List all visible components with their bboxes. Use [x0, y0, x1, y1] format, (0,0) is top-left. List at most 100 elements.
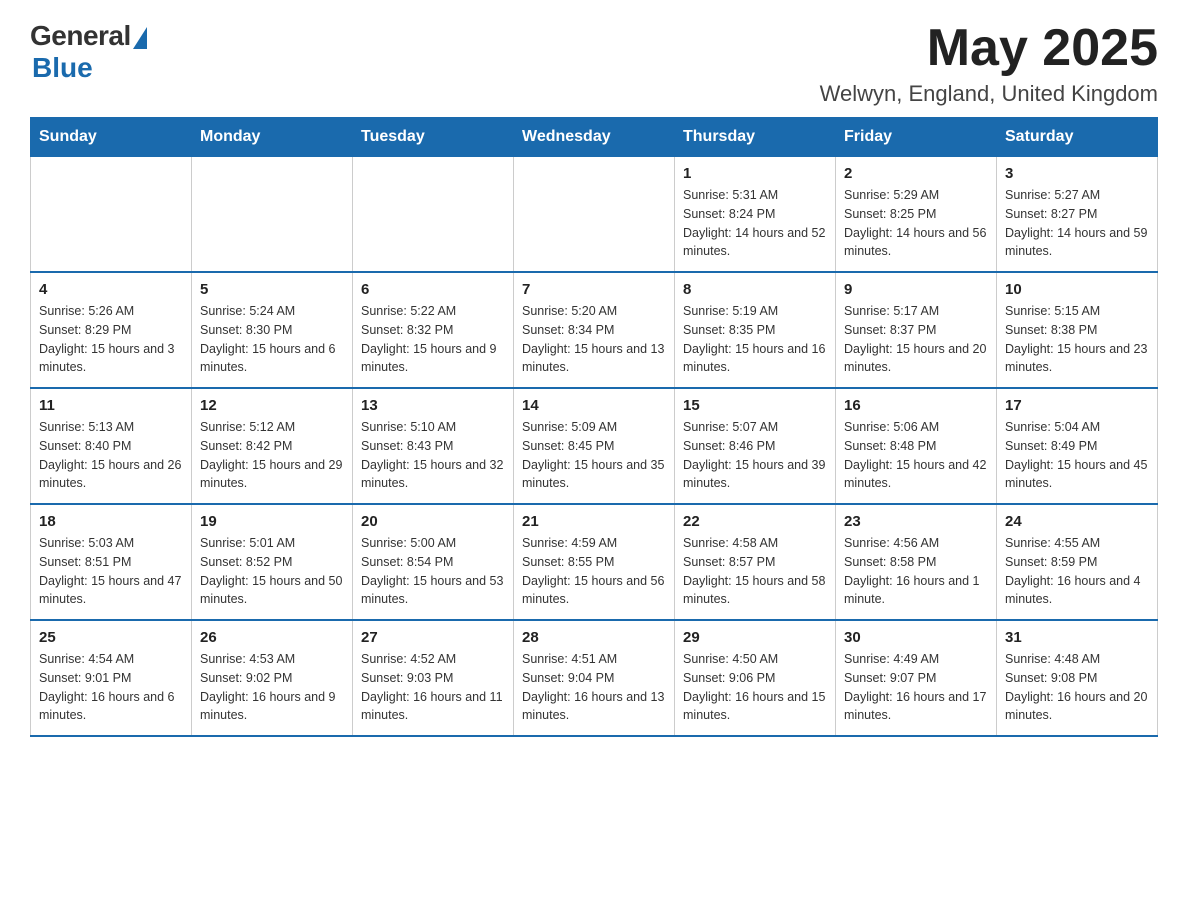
day-number: 21: [522, 513, 666, 530]
day-info: Sunrise: 4:55 AMSunset: 8:59 PMDaylight:…: [1005, 534, 1149, 609]
calendar-day-cell: [31, 157, 192, 273]
calendar-day-cell: 23Sunrise: 4:56 AMSunset: 8:58 PMDayligh…: [836, 504, 997, 620]
day-number: 27: [361, 629, 505, 646]
calendar-day-cell: 27 Sunrise: 4:52 AMSunset: 9:03 PMDayligh…: [353, 620, 514, 736]
calendar-day-cell: 8 Sunrise: 5:19 AMSunset: 8:35 PMDaylight…: [675, 272, 836, 388]
calendar-title: May 2025: [820, 20, 1158, 77]
calendar-day-cell: 22Sunrise: 4:58 AMSunset: 8:57 PMDayligh…: [675, 504, 836, 620]
day-number: 26: [200, 629, 344, 646]
day-info: Sunrise: 5:10 AMSunset: 8:43 PMDaylight:…: [361, 418, 505, 493]
day-info: Sunrise: 5:09 AMSunset: 8:45 PMDaylight:…: [522, 418, 666, 493]
day-number: 14: [522, 397, 666, 414]
day-info: Sunrise: 5:03 AMSunset: 8:51 PMDaylight:…: [39, 534, 183, 609]
day-number: 11: [39, 397, 183, 414]
calendar-header-row: SundayMondayTuesdayWednesdayThursdayFrid…: [31, 118, 1158, 157]
day-of-week-header: Monday: [192, 118, 353, 157]
calendar-day-cell: 12Sunrise: 5:12 AMSunset: 8:42 PMDayligh…: [192, 388, 353, 504]
calendar-day-cell: 26 Sunrise: 4:53 AMSunset: 9:02 PMDayligh…: [192, 620, 353, 736]
day-info: Sunrise: 5:00 AMSunset: 8:54 PMDaylight:…: [361, 534, 505, 609]
day-number: 25: [39, 629, 183, 646]
day-info: Sunrise: 5:13 AMSunset: 8:40 PMDaylight:…: [39, 418, 183, 493]
day-number: 7: [522, 281, 666, 298]
day-info: Sunrise: 4:59 AMSunset: 8:55 PMDaylight:…: [522, 534, 666, 609]
calendar-day-cell: 28 Sunrise: 4:51 AMSunset: 9:04 PMDayligh…: [514, 620, 675, 736]
day-info: Sunrise: 5:19 AMSunset: 8:35 PMDaylight:…: [683, 302, 827, 377]
day-number: 13: [361, 397, 505, 414]
calendar-day-cell: 16 Sunrise: 5:06 AMSunset: 8:48 PMDayligh…: [836, 388, 997, 504]
day-number: 8: [683, 281, 827, 298]
calendar-table: SundayMondayTuesdayWednesdayThursdayFrid…: [30, 117, 1158, 737]
calendar-day-cell: 3 Sunrise: 5:27 AMSunset: 8:27 PMDaylight…: [997, 157, 1158, 273]
calendar-day-cell: 14 Sunrise: 5:09 AMSunset: 8:45 PMDayligh…: [514, 388, 675, 504]
calendar-week-row: 1 Sunrise: 5:31 AMSunset: 8:24 PMDaylight…: [31, 157, 1158, 273]
day-info: Sunrise: 5:15 AMSunset: 8:38 PMDaylight:…: [1005, 302, 1149, 377]
day-number: 5: [200, 281, 344, 298]
day-of-week-header: Saturday: [997, 118, 1158, 157]
day-info: Sunrise: 4:52 AMSunset: 9:03 PMDaylight:…: [361, 650, 505, 725]
logo: General Blue: [30, 20, 147, 84]
day-info: Sunrise: 5:06 AMSunset: 8:48 PMDaylight:…: [844, 418, 988, 493]
day-info: Sunrise: 4:56 AMSunset: 8:58 PMDaylight:…: [844, 534, 988, 609]
day-number: 31: [1005, 629, 1149, 646]
calendar-subtitle: Welwyn, England, United Kingdom: [820, 81, 1158, 107]
day-info: Sunrise: 5:31 AMSunset: 8:24 PMDaylight:…: [683, 186, 827, 261]
calendar-day-cell: 9 Sunrise: 5:17 AMSunset: 8:37 PMDaylight…: [836, 272, 997, 388]
calendar-day-cell: 18 Sunrise: 5:03 AMSunset: 8:51 PMDayligh…: [31, 504, 192, 620]
day-of-week-header: Friday: [836, 118, 997, 157]
calendar-day-cell: [192, 157, 353, 273]
calendar-day-cell: 7 Sunrise: 5:20 AMSunset: 8:34 PMDaylight…: [514, 272, 675, 388]
day-number: 29: [683, 629, 827, 646]
calendar-day-cell: 25 Sunrise: 4:54 AMSunset: 9:01 PMDayligh…: [31, 620, 192, 736]
day-info: Sunrise: 5:17 AMSunset: 8:37 PMDaylight:…: [844, 302, 988, 377]
day-of-week-header: Tuesday: [353, 118, 514, 157]
day-info: Sunrise: 5:29 AMSunset: 8:25 PMDaylight:…: [844, 186, 988, 261]
calendar-week-row: 4 Sunrise: 5:26 AMSunset: 8:29 PMDaylight…: [31, 272, 1158, 388]
calendar-day-cell: 21 Sunrise: 4:59 AMSunset: 8:55 PMDayligh…: [514, 504, 675, 620]
day-info: Sunrise: 4:53 AMSunset: 9:02 PMDaylight:…: [200, 650, 344, 725]
calendar-week-row: 11 Sunrise: 5:13 AMSunset: 8:40 PMDayligh…: [31, 388, 1158, 504]
calendar-day-cell: 20 Sunrise: 5:00 AMSunset: 8:54 PMDayligh…: [353, 504, 514, 620]
day-of-week-header: Sunday: [31, 118, 192, 157]
day-info: Sunrise: 5:22 AMSunset: 8:32 PMDaylight:…: [361, 302, 505, 377]
calendar-day-cell: 5Sunrise: 5:24 AMSunset: 8:30 PMDaylight…: [192, 272, 353, 388]
day-number: 17: [1005, 397, 1149, 414]
calendar-day-cell: 2Sunrise: 5:29 AMSunset: 8:25 PMDaylight…: [836, 157, 997, 273]
logo-triangle-icon: [133, 27, 147, 49]
calendar-day-cell: 11 Sunrise: 5:13 AMSunset: 8:40 PMDayligh…: [31, 388, 192, 504]
calendar-day-cell: 10 Sunrise: 5:15 AMSunset: 8:38 PMDayligh…: [997, 272, 1158, 388]
day-info: Sunrise: 4:54 AMSunset: 9:01 PMDaylight:…: [39, 650, 183, 725]
calendar-day-cell: 13 Sunrise: 5:10 AMSunset: 8:43 PMDayligh…: [353, 388, 514, 504]
calendar-week-row: 25 Sunrise: 4:54 AMSunset: 9:01 PMDayligh…: [31, 620, 1158, 736]
day-of-week-header: Wednesday: [514, 118, 675, 157]
calendar-day-cell: 1 Sunrise: 5:31 AMSunset: 8:24 PMDaylight…: [675, 157, 836, 273]
day-number: 4: [39, 281, 183, 298]
logo-general-text: General: [30, 20, 131, 52]
day-number: 15: [683, 397, 827, 414]
calendar-day-cell: 6 Sunrise: 5:22 AMSunset: 8:32 PMDaylight…: [353, 272, 514, 388]
day-number: 12: [200, 397, 344, 414]
day-info: Sunrise: 5:07 AMSunset: 8:46 PMDaylight:…: [683, 418, 827, 493]
day-info: Sunrise: 5:27 AMSunset: 8:27 PMDaylight:…: [1005, 186, 1149, 261]
day-info: Sunrise: 4:51 AMSunset: 9:04 PMDaylight:…: [522, 650, 666, 725]
day-number: 19: [200, 513, 344, 530]
day-number: 28: [522, 629, 666, 646]
day-info: Sunrise: 4:49 AMSunset: 9:07 PMDaylight:…: [844, 650, 988, 725]
day-info: Sunrise: 4:48 AMSunset: 9:08 PMDaylight:…: [1005, 650, 1149, 725]
day-number: 18: [39, 513, 183, 530]
day-number: 6: [361, 281, 505, 298]
calendar-day-cell: [514, 157, 675, 273]
title-block: May 2025 Welwyn, England, United Kingdom: [820, 20, 1158, 107]
calendar-day-cell: 4 Sunrise: 5:26 AMSunset: 8:29 PMDaylight…: [31, 272, 192, 388]
day-number: 3: [1005, 165, 1149, 182]
page-header: General Blue May 2025 Welwyn, England, U…: [30, 20, 1158, 107]
day-number: 1: [683, 165, 827, 182]
day-number: 16: [844, 397, 988, 414]
calendar-day-cell: 17Sunrise: 5:04 AMSunset: 8:49 PMDayligh…: [997, 388, 1158, 504]
day-number: 20: [361, 513, 505, 530]
day-number: 24: [1005, 513, 1149, 530]
calendar-day-cell: 19Sunrise: 5:01 AMSunset: 8:52 PMDayligh…: [192, 504, 353, 620]
day-number: 10: [1005, 281, 1149, 298]
day-number: 9: [844, 281, 988, 298]
day-info: Sunrise: 5:20 AMSunset: 8:34 PMDaylight:…: [522, 302, 666, 377]
day-info: Sunrise: 5:26 AMSunset: 8:29 PMDaylight:…: [39, 302, 183, 377]
